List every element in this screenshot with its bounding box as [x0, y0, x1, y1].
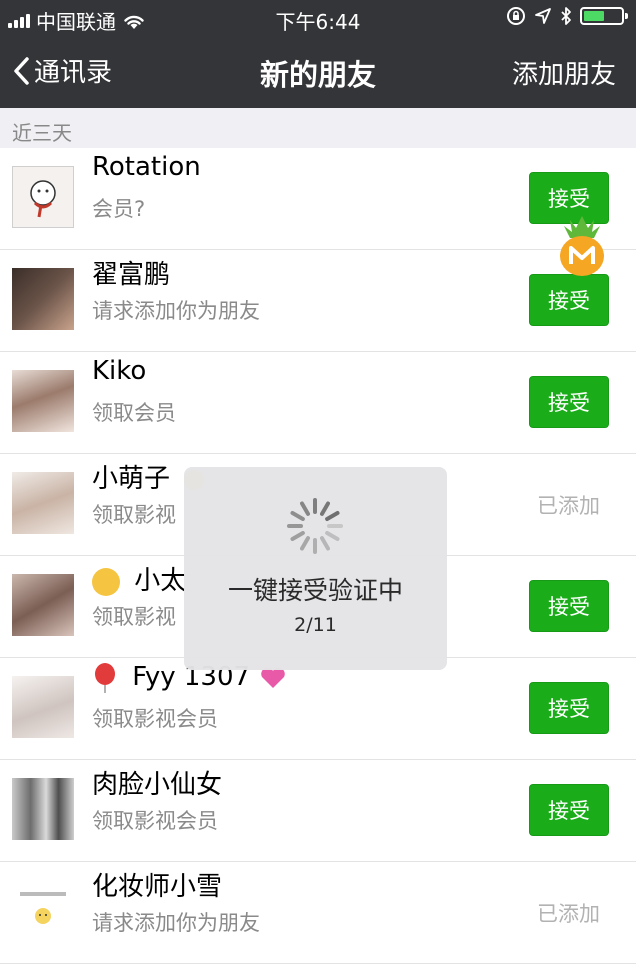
contact-name: Kiko: [92, 356, 147, 386]
top-bar: 中国联通 下午6:44 通讯录 新的朋友 添加朋友: [0, 0, 636, 108]
request-message: 领取影视会员: [92, 809, 218, 833]
kiss-emoji-icon: [92, 567, 120, 596]
friend-request-row[interactable]: 肉脸小仙女 领取影视会员 接受: [0, 760, 636, 862]
section-header-label: 近三天: [12, 121, 72, 145]
status-bar: 中国联通 下午6:44: [0, 0, 636, 36]
accept-button[interactable]: 接受: [529, 580, 609, 632]
cartoon-avatar-icon: [30, 180, 56, 218]
spinner-spoke: [320, 501, 330, 516]
contact-name: Rotation: [92, 152, 201, 182]
accept-button[interactable]: 接受: [529, 682, 609, 734]
friend-request-row[interactable]: 化妆师小雪 请求添加你为朋友 已添加: [0, 862, 636, 964]
accept-button[interactable]: 接受: [529, 784, 609, 836]
contact-name-text: 小萌子: [92, 464, 171, 494]
spinner-spoke: [325, 511, 340, 521]
loading-toast: 一键接受验证中 2/11: [184, 467, 447, 670]
request-message: 领取影视: [92, 503, 176, 527]
accept-button[interactable]: 接受: [529, 274, 609, 326]
battery-icon: [580, 7, 628, 25]
avatar[interactable]: [12, 370, 74, 432]
avatar[interactable]: [12, 166, 74, 228]
spinner-spoke: [300, 536, 310, 551]
avatar[interactable]: [12, 574, 74, 636]
orientation-lock-icon: [507, 7, 525, 25]
loading-spinner-icon: [287, 498, 343, 554]
bluetooth-icon: [561, 7, 571, 25]
loading-message: 一键接受验证中: [227, 576, 403, 605]
spinner-spoke: [300, 501, 310, 516]
avatar[interactable]: [12, 880, 74, 942]
friend-request-row[interactable]: Kiko 领取会员 接受: [0, 352, 636, 454]
avatar[interactable]: [12, 778, 74, 840]
avatar[interactable]: [12, 268, 74, 330]
navigation-bar: 通讯录 新的朋友 添加朋友: [0, 36, 636, 108]
contact-name: 小太: [92, 560, 186, 597]
contact-name-text: 小太: [134, 566, 187, 596]
avatar[interactable]: [12, 676, 74, 738]
friend-request-row[interactable]: Rotation 会员? 接受: [0, 148, 636, 250]
section-header: 近三天: [0, 108, 636, 148]
contact-name: 肉脸小仙女: [92, 770, 223, 800]
request-message: 会员?: [92, 197, 146, 221]
added-status: 已添加: [537, 494, 600, 518]
location-icon: [535, 8, 551, 24]
request-message: 领取影视: [92, 605, 176, 629]
avatar[interactable]: [12, 472, 74, 534]
add-friend-button[interactable]: 添加朋友: [512, 54, 616, 91]
spinner-spoke: [290, 511, 305, 521]
accept-button[interactable]: 接受: [529, 376, 609, 428]
cartoon-avatar-icon: [20, 892, 66, 924]
spinner-spoke: [325, 531, 340, 541]
spinner-spoke: [320, 536, 330, 551]
friend-request-row[interactable]: Fyy 1307 领取影视会员 接受: [0, 658, 636, 760]
request-message: 请求添加你为朋友: [92, 911, 260, 935]
contact-name: 翟富鹏: [92, 260, 171, 290]
loading-progress: 2/11: [294, 614, 337, 636]
contact-name: 化妆师小雪: [92, 872, 223, 902]
request-message: 请求添加你为朋友: [92, 299, 260, 323]
friend-request-row[interactable]: 翟富鹏 请求添加你为朋友 接受: [0, 250, 636, 352]
request-message: 领取会员: [92, 401, 176, 425]
spinner-spoke: [290, 531, 305, 541]
balloon-icon: [95, 662, 115, 693]
pineapple-sticker-icon: [560, 216, 604, 276]
request-message: 领取影视会员: [92, 707, 218, 731]
added-status: 已添加: [537, 902, 600, 926]
